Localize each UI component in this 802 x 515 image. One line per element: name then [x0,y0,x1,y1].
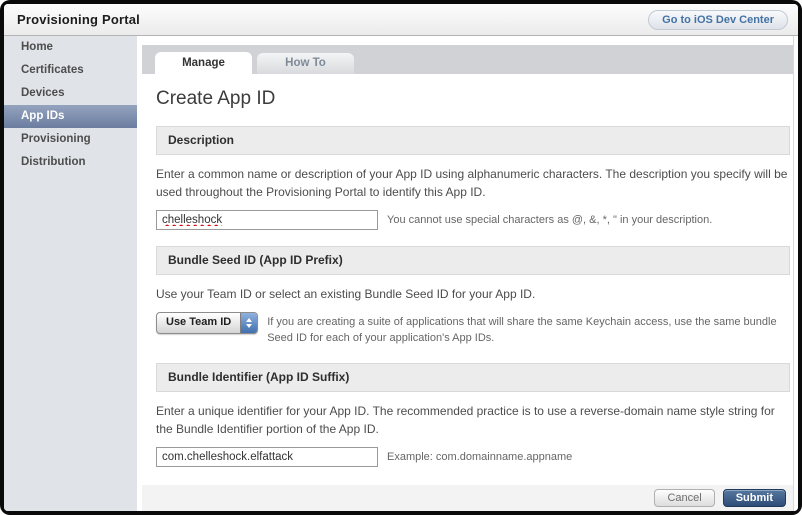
tab-bar: Manage How To [142,45,793,74]
sidebar-item-app-ids[interactable]: App IDs [4,105,137,128]
bundle-seed-select-value: Use Team ID [157,313,240,333]
bundle-identifier-section-body: Enter a unique identifier for your App I… [156,402,790,438]
description-section-body: Enter a common name or description of yo… [156,165,790,201]
page-title: Create App ID [156,88,790,110]
window-frame: Provisioning Portal Go to iOS Dev Center… [0,0,802,515]
main-layout: Home Certificates Devices App IDs Provis… [4,36,798,511]
sidebar-item-provisioning[interactable]: Provisioning [4,128,137,151]
form-footer: Cancel Submit [142,485,793,511]
sidebar-item-home[interactable]: Home [4,36,137,59]
create-app-id-page: Create App ID Description Enter a common… [142,74,793,485]
sidebar-item-certificates[interactable]: Certificates [4,59,137,82]
bundle-identifier-hint: Example: com.domainname.appname [387,447,572,466]
sidebar-nav: Home Certificates Devices App IDs Provis… [4,36,137,511]
page-title-portal: Provisioning Portal [17,12,140,27]
description-field-row: You cannot use special characters as @, … [156,210,790,230]
bundle-seed-field-row: Use Team ID If you are creating a suite … [156,312,790,347]
content-column: Manage How To Create App ID Description … [142,36,794,511]
arrow-down-icon [246,324,252,328]
bundle-seed-hint: If you are creating a suite of applicati… [267,312,782,347]
go-to-ios-dev-center-button[interactable]: Go to iOS Dev Center [648,10,788,30]
bundle-identifier-section-header: Bundle Identifier (App ID Suffix) [156,363,790,392]
bundle-identifier-field-row: Example: com.domainname.appname [156,447,790,467]
bundle-identifier-input[interactable] [156,447,378,467]
arrow-up-icon [246,318,252,322]
title-bar: Provisioning Portal Go to iOS Dev Center [4,4,798,36]
sidebar-item-devices[interactable]: Devices [4,82,137,105]
bundle-seed-section-header: Bundle Seed ID (App ID Prefix) [156,246,790,275]
bundle-seed-select[interactable]: Use Team ID [156,312,258,334]
tab-manage[interactable]: Manage [155,52,252,74]
submit-button[interactable]: Submit [723,489,786,507]
select-stepper-icon [240,313,257,333]
tab-how-to[interactable]: How To [257,53,354,74]
bundle-seed-section-body: Use your Team ID or select an existing B… [156,285,790,303]
description-input[interactable] [156,210,378,230]
provisioning-portal-window: Provisioning Portal Go to iOS Dev Center… [4,4,798,511]
cancel-button[interactable]: Cancel [654,489,714,507]
sidebar-item-distribution[interactable]: Distribution [4,151,137,174]
description-hint: You cannot use special characters as @, … [387,210,712,229]
description-section-header: Description [156,126,790,155]
